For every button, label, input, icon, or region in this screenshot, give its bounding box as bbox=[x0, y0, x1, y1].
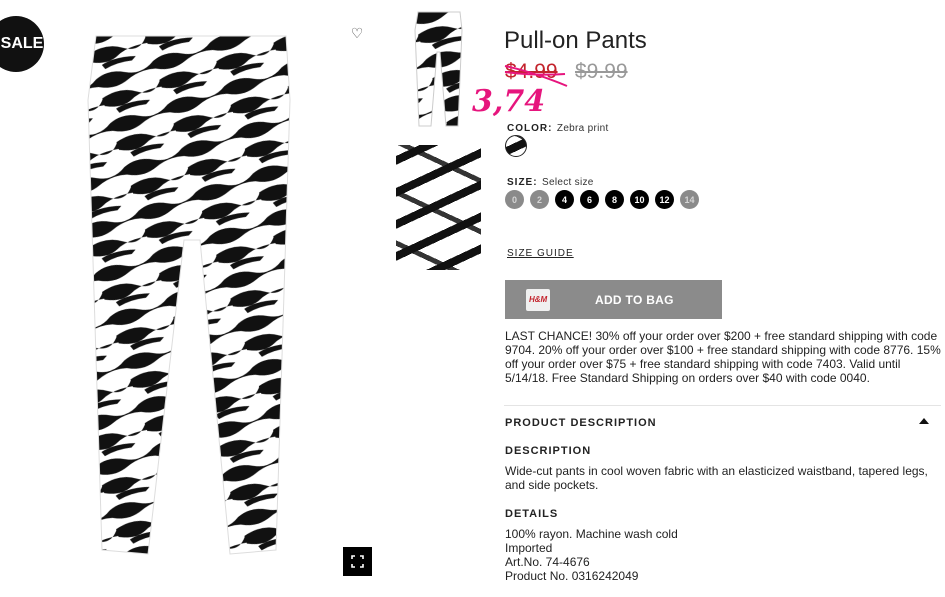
divider bbox=[504, 405, 941, 406]
add-to-bag-button[interactable]: ADD TO BAG bbox=[505, 280, 722, 319]
sale-badge-label: SALE bbox=[0, 35, 44, 52]
color-label: COLOR: bbox=[507, 123, 553, 134]
color-value: Zebra print bbox=[556, 123, 609, 134]
size-option[interactable]: 6 bbox=[580, 190, 599, 209]
details-heading: DETAILS bbox=[505, 508, 559, 520]
details-list: 100% rayon. Machine wash cold Imported A… bbox=[505, 527, 678, 583]
thumbnail-front[interactable] bbox=[410, 10, 468, 128]
size-option[interactable]: 8 bbox=[605, 190, 624, 209]
size-option[interactable]: 0 bbox=[505, 190, 524, 209]
size-row: SIZE: Select size bbox=[507, 172, 594, 190]
description-text: Wide-cut pants in cool woven fabric with… bbox=[505, 464, 928, 492]
add-to-bag-label: ADD TO BAG bbox=[595, 292, 674, 307]
product-title: Pull-on Pants bbox=[504, 27, 647, 54]
product-description-heading[interactable]: PRODUCT DESCRIPTION bbox=[505, 417, 657, 429]
size-option[interactable]: 2 bbox=[530, 190, 549, 209]
description-heading: DESCRIPTION bbox=[505, 445, 592, 457]
fullscreen-icon bbox=[351, 555, 364, 568]
heart-icon[interactable]: ♡ bbox=[348, 24, 366, 42]
size-value: Select size bbox=[542, 177, 594, 188]
details-line: 100% rayon. Machine wash cold bbox=[505, 527, 678, 541]
thumbnail-detail[interactable] bbox=[396, 145, 481, 270]
original-price: $9.99 bbox=[575, 60, 628, 83]
size-label: SIZE: bbox=[507, 177, 538, 188]
size-option[interactable]: 4 bbox=[555, 190, 574, 209]
size-options: 0 2 4 6 8 10 12 14 bbox=[505, 190, 699, 209]
details-line: Imported bbox=[505, 541, 553, 555]
sale-badge: SALE bbox=[0, 16, 44, 72]
shopping-bag-icon bbox=[526, 288, 550, 311]
fullscreen-button[interactable] bbox=[343, 547, 372, 576]
size-guide-link[interactable]: SIZE GUIDE bbox=[507, 248, 574, 259]
caret-up-icon[interactable] bbox=[919, 418, 929, 424]
handwritten-price: 3,74 bbox=[472, 84, 546, 119]
main-product-image bbox=[87, 35, 291, 555]
details-line: Product No. 0316242049 bbox=[505, 569, 639, 583]
details-line: Art.No. 74-4676 bbox=[505, 555, 590, 569]
size-option[interactable]: 10 bbox=[630, 190, 649, 209]
color-row: COLOR: Zebra print bbox=[507, 118, 609, 136]
size-option[interactable]: 14 bbox=[680, 190, 699, 209]
size-option[interactable]: 12 bbox=[655, 190, 674, 209]
promo-text: LAST CHANCE! 30% off your order over $20… bbox=[505, 329, 941, 385]
color-swatch-zebra[interactable] bbox=[505, 135, 527, 157]
